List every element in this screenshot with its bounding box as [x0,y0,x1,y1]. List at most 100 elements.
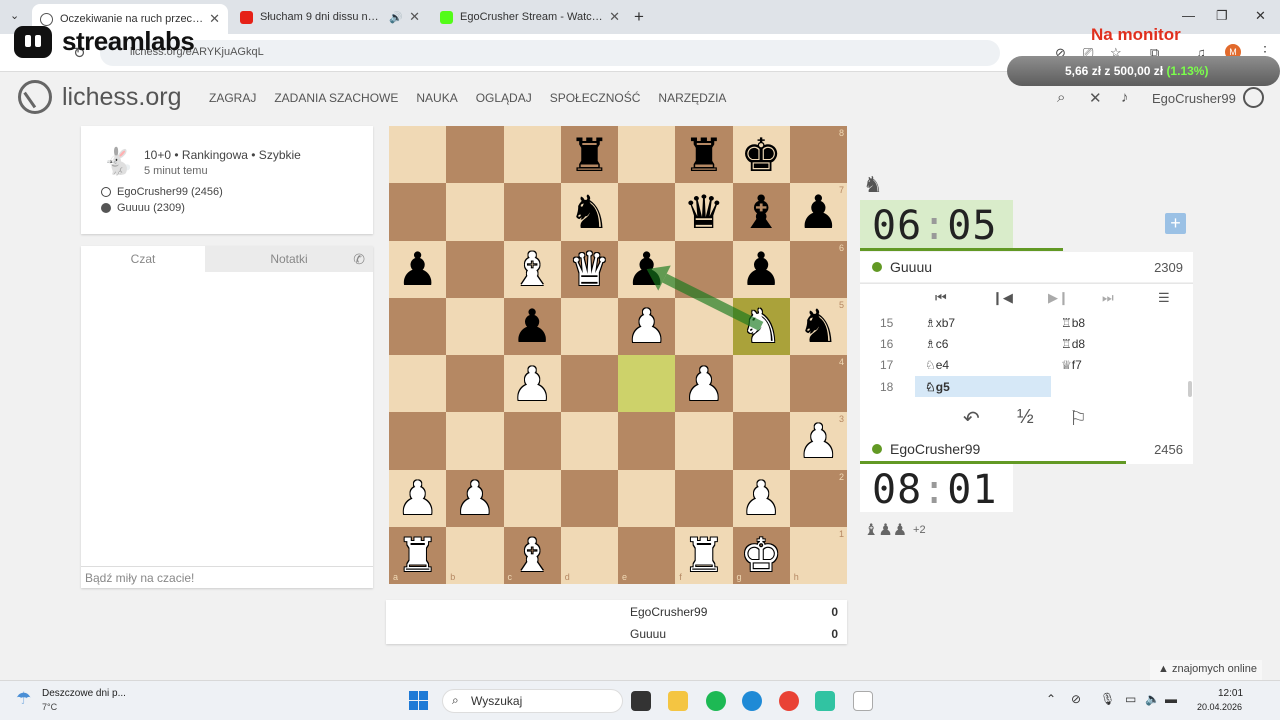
black-king-icon[interactable]: ♚ [741,132,782,178]
audio-playing-icon[interactable]: 🔊 [389,11,403,24]
search-icon[interactable]: ⌕ [1057,89,1065,106]
lichess-logo-icon[interactable] [18,80,52,114]
square-c1[interactable]: ♝ c [503,526,561,584]
last-move-icon[interactable]: ⏭ [1102,290,1114,306]
square-h4[interactable]: 4 [789,355,847,413]
square-h2[interactable]: 2 [789,469,847,527]
notepad-icon[interactable] [853,691,873,711]
square-g8[interactable]: ♚ [732,126,790,184]
square-c7[interactable] [503,183,561,241]
white-move-current[interactable]: ♘g5 [915,376,1051,397]
nav-watch[interactable]: OGLĄDAJ [476,91,532,105]
square-b4[interactable] [446,355,504,413]
square-h5[interactable]: ♞ 5 [789,297,847,355]
chess-board[interactable]: ♜ ♜ ♚ 8 ♞ ♛ ♝ ♟ 7 ♟ ♝ ♛ ♟ ♟ 6 ♟ ♟ ♞ ♞ 5 ♟ ♟ 4 ♟ 3 ♟ ♟ ♟ 2 ♜ a b ♝ c d e ♜ f ♚ g… [389,126,847,584]
chrome-icon[interactable] [779,691,799,711]
url-field[interactable]: lichess.org/eARYKjuAGkqL [100,40,1000,66]
square-c2[interactable] [503,469,561,527]
close-tab-icon[interactable]: ✕ [609,9,620,25]
square-b3[interactable] [446,412,504,470]
square-b2[interactable]: ♟ [446,469,504,527]
square-e1[interactable]: e [618,526,676,584]
white-pawn-icon[interactable]: ♟ [512,361,553,407]
square-a1[interactable]: ♜ a [389,526,447,584]
next-move-icon[interactable]: ▶❙ [1048,290,1069,306]
phone-icon[interactable]: ✆ [353,251,365,268]
weather-title[interactable]: Deszczowe dni p... [42,688,126,699]
white-move[interactable]: ♗c6 [915,333,1051,354]
black-pawn-icon[interactable]: ♟ [626,246,667,292]
white-pawn-icon[interactable]: ♟ [626,303,667,349]
white-king-icon[interactable]: ♚ [741,532,782,578]
nav-community[interactable]: SPOŁECZNOŚĆ [550,91,641,105]
black-pawn-icon[interactable]: ♟ [741,246,782,292]
black-move[interactable]: ♖d8 [1051,337,1085,351]
resign-flag-icon[interactable]: ⚐ [1069,406,1087,431]
black-pawn-icon[interactable]: ♟ [798,189,839,235]
first-move-icon[interactable]: ⏮ [935,290,947,306]
square-a6[interactable]: ♟ [389,240,447,298]
square-e5[interactable]: ♟ [618,297,676,355]
white-pawn-icon[interactable]: ♟ [683,361,724,407]
square-h6[interactable]: 6 [789,240,847,298]
square-f8[interactable]: ♜ [675,126,733,184]
white-pawn-icon[interactable]: ♟ [741,475,782,521]
square-d5[interactable] [560,297,618,355]
square-e6[interactable]: ♟ [618,240,676,298]
white-queen-icon[interactable]: ♛ [569,246,610,292]
square-g1[interactable]: ♚ g [732,526,790,584]
square-c3[interactable] [503,412,561,470]
friends-online[interactable]: ▲ znajomych online [1150,660,1262,680]
header-username[interactable]: EgoCrusher99 [1152,91,1236,106]
white-pawn-icon[interactable]: ♟ [397,475,438,521]
white-rook-icon[interactable]: ♜ [683,532,724,578]
nav-learn[interactable]: NAUKA [416,91,457,105]
square-d1[interactable]: d [560,526,618,584]
square-f6[interactable] [675,240,733,298]
square-b6[interactable] [446,240,504,298]
square-g3[interactable] [732,412,790,470]
square-c4[interactable]: ♟ [503,355,561,413]
task-view-icon[interactable] [631,691,651,711]
white-pawn-icon[interactable]: ♟ [798,418,839,464]
square-h3[interactable]: ♟ 3 [789,412,847,470]
square-c6[interactable]: ♝ [503,240,561,298]
opponent-row[interactable]: Guuuu 2309 [860,252,1193,282]
square-e3[interactable] [618,412,676,470]
white-bishop-icon[interactable]: ♝ [512,532,553,578]
rain-cloud-icon[interactable]: ☂ [16,689,31,709]
nav-play[interactable]: ZAGRAJ [209,91,256,105]
square-e8[interactable] [618,126,676,184]
tab-list-chevron-icon[interactable]: ⌄ [10,9,19,22]
battery-icon[interactable]: ▬ [1165,692,1177,706]
close-window-icon[interactable]: ✕ [1255,8,1266,24]
white-bishop-icon[interactable]: ♝ [512,246,553,292]
square-e7[interactable] [618,183,676,241]
square-d6[interactable]: ♛ [560,240,618,298]
black-knight-icon[interactable]: ♞ [569,189,610,235]
square-d2[interactable] [560,469,618,527]
windows-start-icon[interactable] [409,691,428,710]
black-pawn-icon[interactable]: ♟ [397,246,438,292]
square-b8[interactable] [446,126,504,184]
square-g6[interactable]: ♟ [732,240,790,298]
square-h7[interactable]: ♟ 7 [789,183,847,241]
chat-input[interactable]: Bądź miły na czacie! [81,566,373,588]
site-name[interactable]: lichess.org [62,83,182,112]
browser-tab-youtube[interactable]: Słucham 9 dni dissu na raka 🔊 ✕ [232,4,428,30]
display-icon[interactable]: ▭ [1125,692,1136,706]
square-a8[interactable] [389,126,447,184]
black-move[interactable]: ♖b8 [1051,316,1085,330]
square-b1[interactable]: b [446,526,504,584]
square-c8[interactable] [503,126,561,184]
offer-draw-button[interactable]: ½ [1017,406,1034,429]
square-f3[interactable] [675,412,733,470]
square-d7[interactable]: ♞ [560,183,618,241]
square-f1[interactable]: ♜ f [675,526,733,584]
black-bishop-icon[interactable]: ♝ [741,189,782,235]
streamlabs-app-icon[interactable] [815,691,835,711]
add-time-plus-icon[interactable]: + [1165,213,1186,234]
system-date[interactable]: 20.04.2026 [1197,702,1242,712]
square-a2[interactable]: ♟ [389,469,447,527]
menu-hamburger-icon[interactable]: ☰ [1158,290,1170,306]
